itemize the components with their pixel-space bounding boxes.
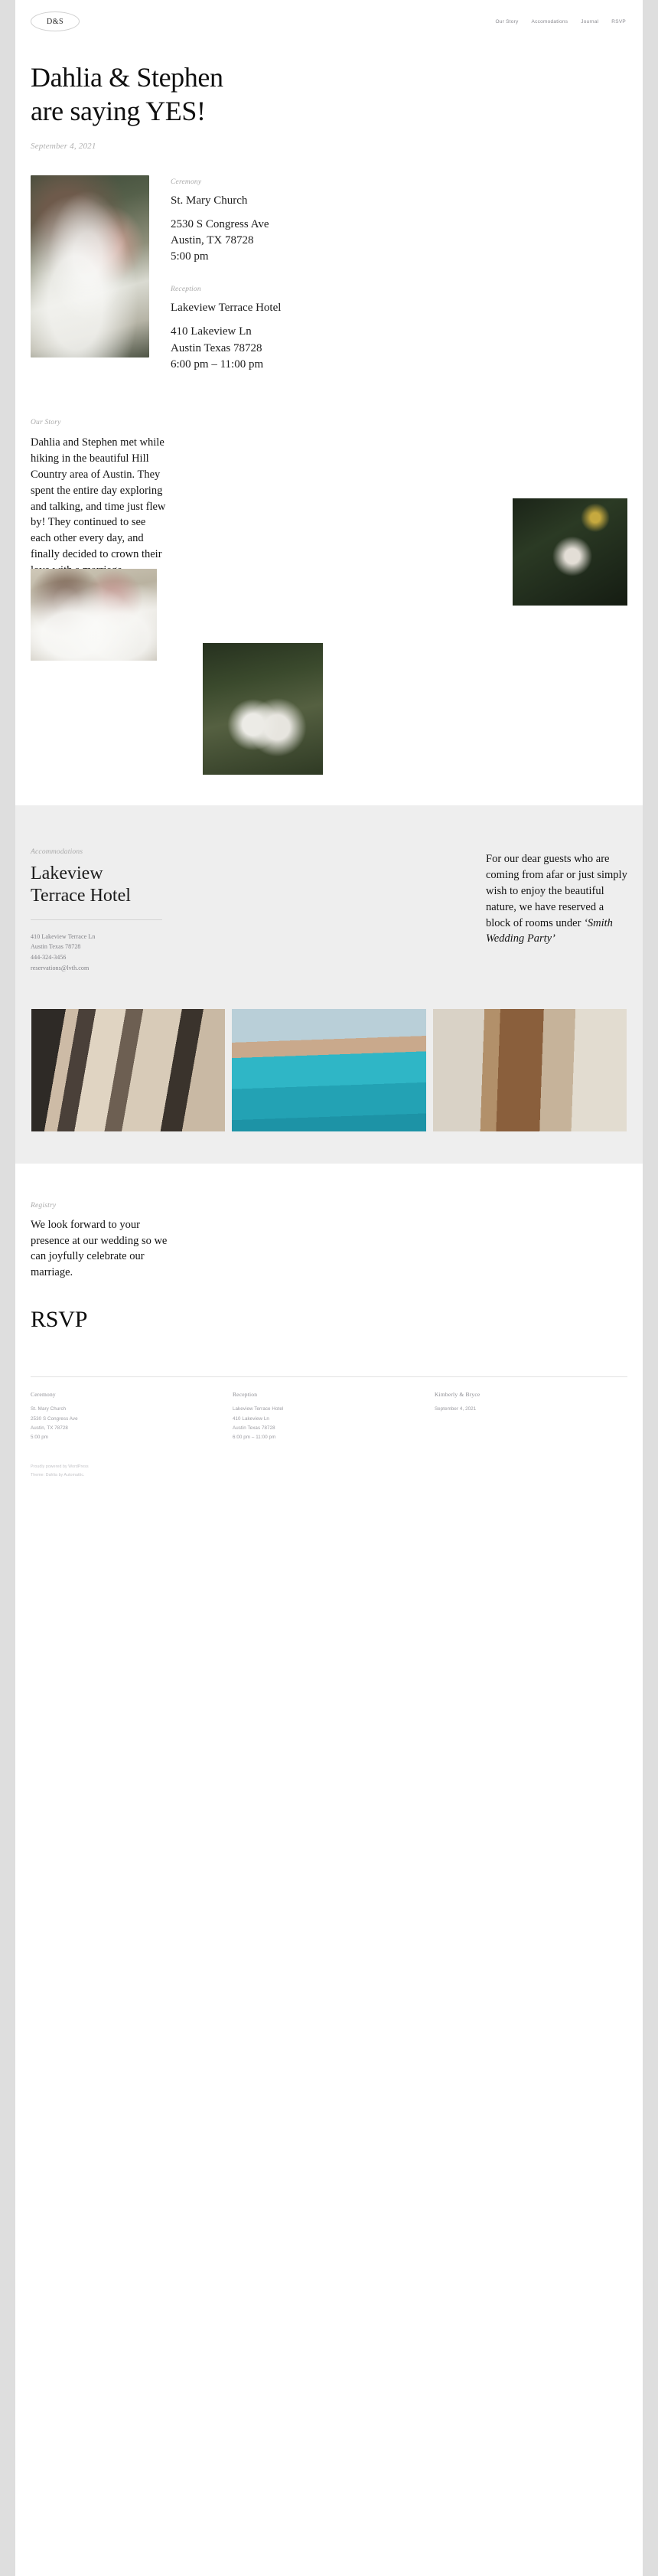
- footer-column-couple: Kimberly & Bryce September 4, 2021: [428, 1391, 627, 1443]
- hotel-address-line-1: 410 Lakeview Terrace Ln: [31, 932, 96, 940]
- footer-ceremony-lines: St. Mary Church 2530 S Congress Ave Aust…: [31, 1405, 230, 1443]
- footer-ceremony-line-3: Austin, TX 78728: [31, 1425, 68, 1431]
- reception-venue: Lakeview Terrace Hotel: [171, 302, 282, 315]
- story-eyebrow: Our Story: [31, 419, 61, 427]
- page-title: Dahlia & Stephen are saying YES!: [31, 61, 627, 129]
- footer-ceremony-line-4: 5:00 pm: [31, 1435, 49, 1441]
- hotel-name-line-1: Lakeview: [31, 864, 103, 884]
- gallery-photo-hotel-pool: [232, 1008, 426, 1131]
- accommodations-section: Accommodations Lakeview Terrace Hotel 41…: [15, 805, 643, 1164]
- accommodations-top: Accommodations Lakeview Terrace Hotel 41…: [31, 848, 627, 974]
- footer-reception-line-2: 410 Lakeview Ln: [232, 1415, 269, 1422]
- hotel-phone[interactable]: 444-324-3456: [31, 952, 191, 963]
- reception-address: 410 Lakeview Ln Austin Texas 78728 6:00 …: [171, 324, 281, 373]
- ceremony-address-line-1: 2530 S Congress Ave: [171, 217, 269, 230]
- footer-couple-lines: September 4, 2021: [435, 1405, 627, 1414]
- event-details-section: Ceremony St. Mary Church 2530 S Congress…: [15, 175, 643, 373]
- site-footer: Ceremony St. Mary Church 2530 S Congress…: [15, 1376, 643, 1502]
- footer-ceremony-line-1: St. Mary Church: [31, 1406, 67, 1412]
- footer-credit-line-2: Theme: Dahlia by Automattic.: [31, 1472, 85, 1477]
- story-photo-couple-garden: [203, 643, 323, 775]
- accommodations-eyebrow: Accommodations: [31, 848, 83, 857]
- reception-address-line-1: 410 Lakeview Ln: [171, 325, 252, 338]
- story-body: Dahlia and Stephen met while hiking in t…: [31, 436, 166, 576]
- nav-item-accomodations[interactable]: Accomodations: [532, 19, 568, 24]
- reception-time: 6:00 pm – 11:00 pm: [171, 358, 264, 371]
- nav-item-journal[interactable]: Journal: [581, 19, 598, 24]
- reception-block: Reception Lakeview Terrace Hotel 410 Lak…: [171, 286, 281, 373]
- footer-ceremony-heading: Ceremony: [31, 1391, 56, 1399]
- divider: [31, 919, 162, 920]
- ceremony-block: Ceremony St. Mary Church 2530 S Congress…: [171, 178, 281, 266]
- gallery-photo-hotel-doorway: [432, 1008, 627, 1131]
- nav-item-rsvp[interactable]: RSVP: [611, 19, 626, 24]
- event-spacer: [171, 265, 281, 286]
- accommodations-copy: For our dear guests who are coming from …: [486, 848, 627, 947]
- registry-section: Registry We look forward to your presenc…: [15, 1163, 643, 1333]
- footer-reception-line-1: Lakeview Terrace Hotel: [232, 1406, 284, 1412]
- hero-title-line-2: are saying YES!: [31, 95, 206, 126]
- story-photo-hands-foliage: [513, 498, 627, 606]
- accommodations-gallery: [31, 1008, 627, 1131]
- hero-section: Dahlia & Stephen are saying YES! Septemb…: [15, 43, 643, 151]
- footer-reception-heading: Reception: [232, 1391, 258, 1399]
- ceremony-venue: St. Mary Church: [171, 194, 248, 207]
- hotel-address-line-2: Austin Texas 78728: [31, 943, 81, 951]
- footer-reception-lines: Lakeview Terrace Hotel 410 Lakeview Ln A…: [233, 1405, 428, 1443]
- hero-photo: [31, 175, 149, 358]
- hotel-email[interactable]: reservations@lvth.com: [31, 963, 191, 974]
- ceremony-address-line-2: Austin, TX 78728: [171, 233, 254, 246]
- site-header: D&S Our Story Accomodations Journal RSVP: [15, 0, 643, 43]
- footer-column-reception: Reception Lakeview Terrace Hotel 410 Lak…: [230, 1391, 428, 1443]
- brand-logo[interactable]: D&S: [31, 11, 80, 31]
- our-story-section: Our Story Dahlia and Stephen met while h…: [15, 419, 643, 805]
- footer-couple-date: September 4, 2021: [434, 1406, 477, 1412]
- footer-couple-heading: Kimberly & Bryce: [434, 1391, 480, 1399]
- hero-title-line-1: Dahlia & Stephen: [31, 62, 223, 93]
- footer-column-ceremony: Ceremony St. Mary Church 2530 S Congress…: [31, 1391, 230, 1443]
- footer-credit-line-1[interactable]: Proudly powered by WordPress: [31, 1463, 627, 1471]
- registry-body: We look forward to your presence at our …: [31, 1218, 168, 1279]
- event-details: Ceremony St. Mary Church 2530 S Congress…: [171, 175, 281, 373]
- rsvp-heading[interactable]: RSVP: [31, 1307, 627, 1332]
- hotel-contact: 410 Lakeview Terrace Ln Austin Texas 787…: [31, 932, 191, 974]
- hotel-name-line-2: Terrace Hotel: [31, 886, 131, 906]
- footer-reception-line-4: 6:00 pm – 11:00 pm: [232, 1435, 276, 1441]
- story-photo-couple-walking: [31, 569, 157, 661]
- gallery-photo-hotel-terrace: [31, 1008, 226, 1131]
- page-root: D&S Our Story Accomodations Journal RSVP…: [15, 0, 643, 2576]
- footer-credit: Proudly powered by WordPress Theme: Dahl…: [31, 1463, 627, 1480]
- ceremony-address: 2530 S Congress Ave Austin, TX 78728 5:0…: [171, 217, 281, 266]
- footer-reception-line-3: Austin Texas 78728: [232, 1425, 275, 1431]
- wedding-date: September 4, 2021: [31, 141, 96, 151]
- hotel-name: Lakeview Terrace Hotel: [31, 863, 191, 908]
- ceremony-eyebrow: Ceremony: [171, 178, 202, 186]
- reception-address-line-2: Austin Texas 78728: [171, 341, 262, 354]
- footer-ceremony-line-2: 2530 S Congress Ave: [31, 1415, 78, 1422]
- nav-item-our-story[interactable]: Our Story: [495, 19, 518, 24]
- ceremony-time: 5:00 pm: [171, 250, 209, 263]
- accommodations-hotel-info: Accommodations Lakeview Terrace Hotel 41…: [31, 848, 191, 974]
- footer-divider: [31, 1376, 627, 1378]
- registry-eyebrow: Registry: [31, 1201, 57, 1210]
- primary-navigation: Our Story Accomodations Journal RSVP: [495, 19, 626, 24]
- footer-columns: Ceremony St. Mary Church 2530 S Congress…: [31, 1391, 627, 1443]
- reception-eyebrow: Reception: [171, 286, 201, 294]
